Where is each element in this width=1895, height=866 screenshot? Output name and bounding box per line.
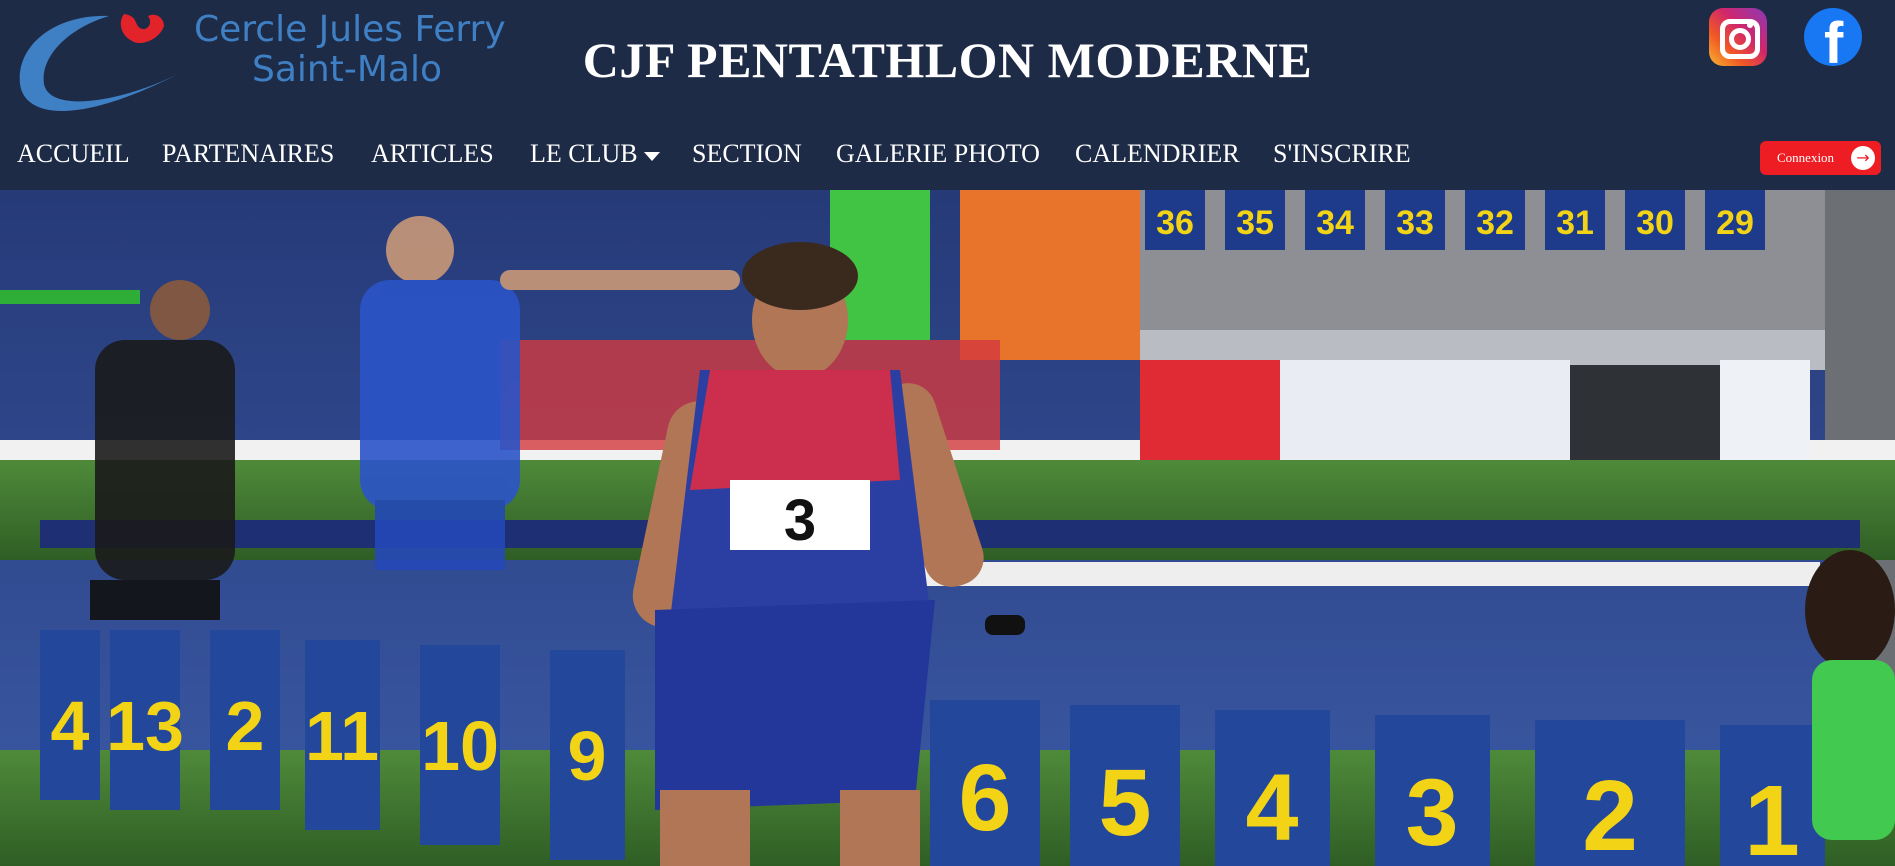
lane-number: 11 — [305, 697, 379, 775]
nav-item-le-club[interactable]: LE CLUB — [530, 136, 660, 172]
hero-banner-photo: 36 35 34 33 32 31 30 29 4 13 2 11 10 9 6… — [0, 190, 1895, 866]
orange-banner — [960, 190, 1140, 360]
nav-item-label: GALERIE PHOTO — [836, 139, 1040, 168]
login-label: Connexion — [1777, 150, 1835, 165]
lane-number: 4 — [1246, 755, 1299, 861]
arrow-right-icon: → — [1851, 146, 1875, 170]
nav-item-label: ACCUEIL — [17, 139, 130, 168]
lane-number: 3 — [1406, 760, 1459, 866]
lane-number: 9 — [568, 717, 607, 795]
nav-item-section[interactable]: SECTION — [692, 136, 802, 172]
nav-item-accueil[interactable]: ACCUEIL — [17, 136, 130, 172]
lane-number: 13 — [106, 687, 184, 765]
lane-number: 5 — [1099, 750, 1152, 856]
top-board-number: 32 — [1476, 204, 1514, 242]
top-board-number: 35 — [1236, 204, 1274, 242]
nav-item-calendrier[interactable]: CALENDRIER — [1075, 136, 1240, 172]
lane-number: 2 — [226, 687, 265, 765]
nav-item-partenaires[interactable]: PARTENAIRES — [162, 136, 334, 172]
top-board-number: 36 — [1156, 204, 1194, 242]
top-board-number: 30 — [1636, 204, 1674, 242]
top-board-number: 29 — [1716, 204, 1754, 242]
instagram-icon-dot — [1747, 22, 1753, 28]
lane-number: 2 — [1582, 760, 1638, 866]
runner-bib-number: 3 — [784, 488, 816, 553]
nav-item-label: SECTION — [692, 139, 802, 168]
instagram-icon[interactable] — [1709, 8, 1767, 66]
nav-item-galerie-photo[interactable]: GALERIE PHOTO — [836, 136, 1040, 172]
lane-number: 1 — [1744, 765, 1800, 866]
site-title-text: CJF PENTATHLON MODERNE — [582, 32, 1313, 88]
site-title: CJF PENTATHLON MODERNE — [0, 28, 1895, 92]
nav-item-label: CALENDRIER — [1075, 139, 1240, 168]
facebook-icon-glyph: f — [1824, 11, 1844, 67]
nav-item-label: LE CLUB — [530, 139, 638, 168]
nav-item-label: S'INSCRIRE — [1273, 139, 1411, 168]
site-header: Cercle Jules Ferry Saint-Malo CJF PENTAT… — [0, 0, 1895, 190]
nav-item-label: ARTICLES — [371, 139, 494, 168]
right-side-athlete — [1805, 550, 1895, 840]
lane-number: 10 — [421, 707, 499, 785]
caret-down-icon — [643, 151, 660, 161]
lane-number: 4 — [51, 687, 90, 765]
top-board-number: 33 — [1396, 204, 1434, 242]
top-board-number: 34 — [1316, 204, 1354, 242]
login-button[interactable]: Connexion → — [1760, 141, 1881, 175]
nav-item-sinscrire[interactable]: S'INSCRIRE — [1273, 136, 1411, 172]
facebook-icon[interactable]: f — [1804, 8, 1862, 66]
instagram-icon-lens — [1729, 28, 1751, 50]
top-board-number: 31 — [1556, 204, 1594, 242]
hero-photo-illustration: 36 35 34 33 32 31 30 29 4 13 2 11 10 9 6… — [0, 190, 1895, 866]
lane-number: 6 — [959, 745, 1012, 851]
nav-item-label: PARTENAIRES — [162, 139, 335, 168]
nav-item-articles[interactable]: ARTICLES — [371, 136, 494, 172]
